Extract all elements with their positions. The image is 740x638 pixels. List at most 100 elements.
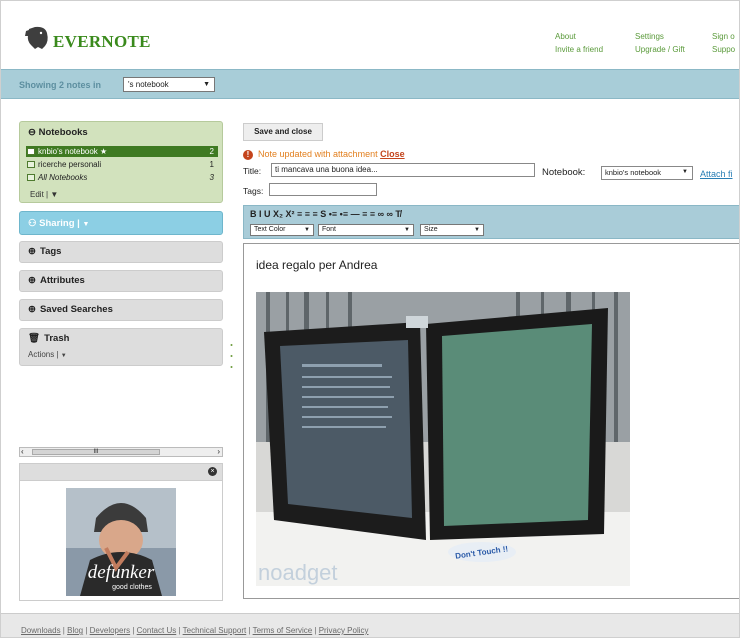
ad-tagline-text: good clothes (112, 584, 152, 591)
size-select[interactable]: Size ▼ (420, 224, 484, 236)
photo-watermark-text: noadget (258, 560, 338, 585)
attach-file-link[interactable]: Attach fi (700, 169, 733, 179)
tags-label: Tags: (243, 186, 264, 196)
footer-links: Downloads | Blog | Developers | Contact … (21, 626, 369, 635)
scroll-right-icon[interactable]: › (217, 447, 220, 456)
advertisement[interactable]: × defunker good clothes (19, 463, 223, 601)
showing-notes-text: Showing 2 notes in (19, 80, 102, 90)
notebook-label: ricerche personali (38, 160, 102, 169)
footer-link-developers[interactable]: Developers (90, 626, 130, 635)
footer-link-blog[interactable]: Blog (67, 626, 83, 635)
title-label: Title: (243, 166, 262, 176)
notebooks-title: Notebooks (38, 127, 88, 138)
actions-menu[interactable]: Actions | ▼ (28, 345, 67, 366)
collapse-icon: ⊖ (28, 127, 36, 138)
header: EVERNOTE About Invite a friend Settings … (1, 1, 739, 69)
sidebar-horizontal-scrollbar[interactable]: ‹ III › (19, 447, 223, 457)
tags-label: Tags (39, 246, 62, 257)
notebook-count: 1 (209, 160, 214, 169)
note-body[interactable]: idea regalo per Andrea Don't Touch !! no… (243, 243, 739, 599)
notebook-select[interactable]: knbio's notebook ▼ (601, 166, 693, 180)
notebooks-header[interactable]: ⊖ Notebooks (28, 127, 88, 138)
about-link[interactable]: About (555, 30, 603, 43)
ad-brand-text: defunker (88, 562, 155, 583)
note-editor: Save and close ! Note updated with attach… (235, 113, 739, 609)
save-and-close-button[interactable]: Save and close (243, 123, 323, 141)
sharing-icon: ⚇ (28, 218, 37, 229)
notebook-icon (27, 161, 35, 168)
alert-icon: ! (243, 150, 253, 160)
sharing-section[interactable]: ⚇ Sharing | ▼ (19, 211, 223, 235)
invite-friend-link[interactable]: Invite a friend (555, 43, 603, 56)
thumb-grip: III (93, 449, 99, 455)
notebook-filter-value: 's notebook (128, 80, 169, 89)
evernote-web-page: EVERNOTE About Invite a friend Settings … (0, 0, 740, 638)
notebook-count: 3 (209, 173, 214, 182)
actions-label: Actions | (28, 350, 59, 359)
footer-link-support[interactable]: Technical Support (183, 626, 247, 635)
tags-section[interactable]: ⊕ Tags (19, 241, 223, 263)
note-text[interactable]: idea regalo per Andrea (256, 258, 377, 272)
notebook-label: All Notebooks (38, 173, 88, 182)
support-link[interactable]: Suppo (712, 43, 735, 56)
scroll-left-icon[interactable]: ‹ (21, 447, 24, 456)
font-select[interactable]: Font ▼ (318, 224, 414, 236)
notebook-count: 2 (209, 147, 214, 156)
notebook-icon (27, 148, 35, 155)
status-text: Note updated with attachment (258, 149, 378, 159)
chevron-down-icon: ▼ (682, 169, 688, 175)
notebook-filter-select[interactable]: 's notebook ▼ (123, 77, 215, 92)
footer-link-downloads[interactable]: Downloads (21, 626, 61, 635)
edit-label: Edit | (30, 190, 49, 199)
saved-searches-section[interactable]: ⊕ Saved Searches (19, 299, 223, 321)
chevron-down-icon: ▼ (304, 227, 310, 233)
close-icon[interactable]: × (208, 467, 217, 476)
notebook-filter-bar: Showing 2 notes in 's notebook ▼ (1, 69, 739, 99)
title-input[interactable]: ti mancava una buona idea... (271, 163, 535, 177)
notebooks-panel: ⊖ Notebooks knbio's notebook ★ 2 ricerch… (19, 121, 223, 203)
notebook-select-value: knbio's notebook (605, 168, 662, 177)
sign-out-link[interactable]: Sign o (712, 30, 735, 43)
text-color-label: Text Color (254, 226, 286, 233)
chevron-down-icon: ▼ (82, 221, 90, 228)
scrollbar-thumb[interactable]: III (32, 449, 160, 455)
splitter-grip-icon (230, 344, 233, 368)
formatting-buttons[interactable]: B I U X₂ X² ≡ ≡ ≡ S •≡ •≡ — ≡ ≡ ∞ ∞ T̸ (250, 209, 401, 219)
saved-searches-label: Saved Searches (39, 304, 113, 315)
trash-section[interactable]: 🗑 Trash Actions | ▼ (19, 328, 223, 366)
panel-splitter[interactable] (230, 341, 233, 371)
size-label: Size (424, 226, 438, 233)
attributes-section[interactable]: ⊕ Attributes (19, 270, 223, 292)
evernote-elephant-icon (25, 26, 48, 49)
edit-menu[interactable]: Edit | ▼ (30, 190, 58, 199)
sidebar: ⊖ Notebooks knbio's notebook ★ 2 ricerch… (15, 113, 229, 609)
notebook-label: Notebook: (542, 167, 586, 178)
footer-link-privacy[interactable]: Privacy Policy (319, 626, 369, 635)
ad-image[interactable]: defunker good clothes (66, 488, 176, 596)
expand-icon: ⊕ (28, 246, 36, 257)
notebook-item[interactable]: All Notebooks 3 (26, 172, 218, 183)
chevron-down-icon: ▼ (404, 227, 410, 233)
footer-link-terms[interactable]: Terms of Service (253, 626, 313, 635)
trash-label: Trash (44, 333, 70, 344)
font-label: Font (322, 226, 337, 233)
ad-header: × (20, 464, 222, 481)
close-message-link[interactable]: Close (380, 149, 405, 159)
text-color-select[interactable]: Text Color ▼ (250, 224, 314, 236)
tags-input[interactable] (269, 183, 377, 196)
settings-link[interactable]: Settings (635, 30, 685, 43)
evernote-logo[interactable]: EVERNOTE (53, 32, 151, 52)
notebook-icon (27, 174, 35, 181)
upgrade-gift-link[interactable]: Upgrade / Gift (635, 43, 685, 56)
notebook-label: knbio's notebook ★ (38, 147, 108, 156)
chevron-down-icon: ▼ (203, 81, 210, 88)
chevron-down-icon: ▼ (60, 353, 67, 359)
sharing-label: Sharing | (39, 218, 80, 229)
attached-image[interactable]: Don't Touch !! noadget (256, 292, 630, 586)
footer-link-contact[interactable]: Contact Us (137, 626, 177, 635)
chevron-down-icon: ▼ (50, 190, 59, 199)
attributes-label: Attributes (39, 275, 85, 286)
notebook-item[interactable]: knbio's notebook ★ 2 (26, 146, 218, 157)
notebook-item[interactable]: ricerche personali 1 (26, 159, 218, 170)
chevron-down-icon: ▼ (474, 227, 480, 233)
